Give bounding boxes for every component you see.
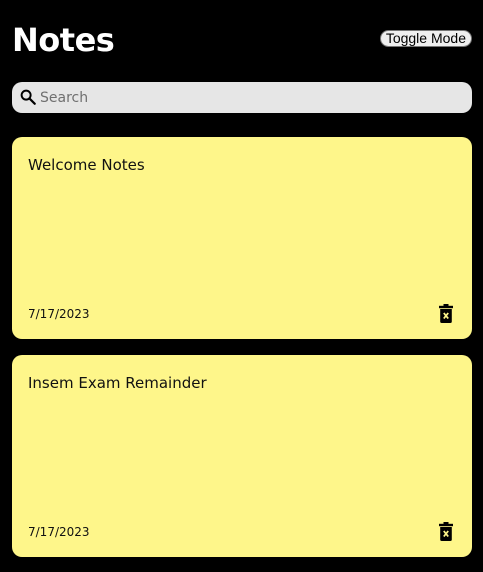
header: Notes Toggle Mode	[12, 18, 472, 66]
notes-app: Notes Toggle Mode Welcome Notes 7/17/202…	[0, 0, 483, 572]
note-text: Insem Exam Remainder	[28, 374, 207, 392]
search-input[interactable]	[40, 82, 460, 113]
toggle-mode-button[interactable]: Toggle Mode	[379, 30, 472, 47]
note-text: Welcome Notes	[28, 156, 145, 174]
note-card: Welcome Notes 7/17/2023	[12, 137, 472, 339]
search-bar	[12, 82, 472, 113]
note-card: Insem Exam Remainder 7/17/2023	[12, 355, 472, 557]
search-icon	[20, 89, 36, 105]
note-date: 7/17/2023	[28, 525, 90, 539]
trash-icon[interactable]	[439, 304, 453, 323]
page-title: Notes	[12, 21, 115, 59]
trash-icon[interactable]	[439, 522, 453, 541]
note-date: 7/17/2023	[28, 307, 90, 321]
